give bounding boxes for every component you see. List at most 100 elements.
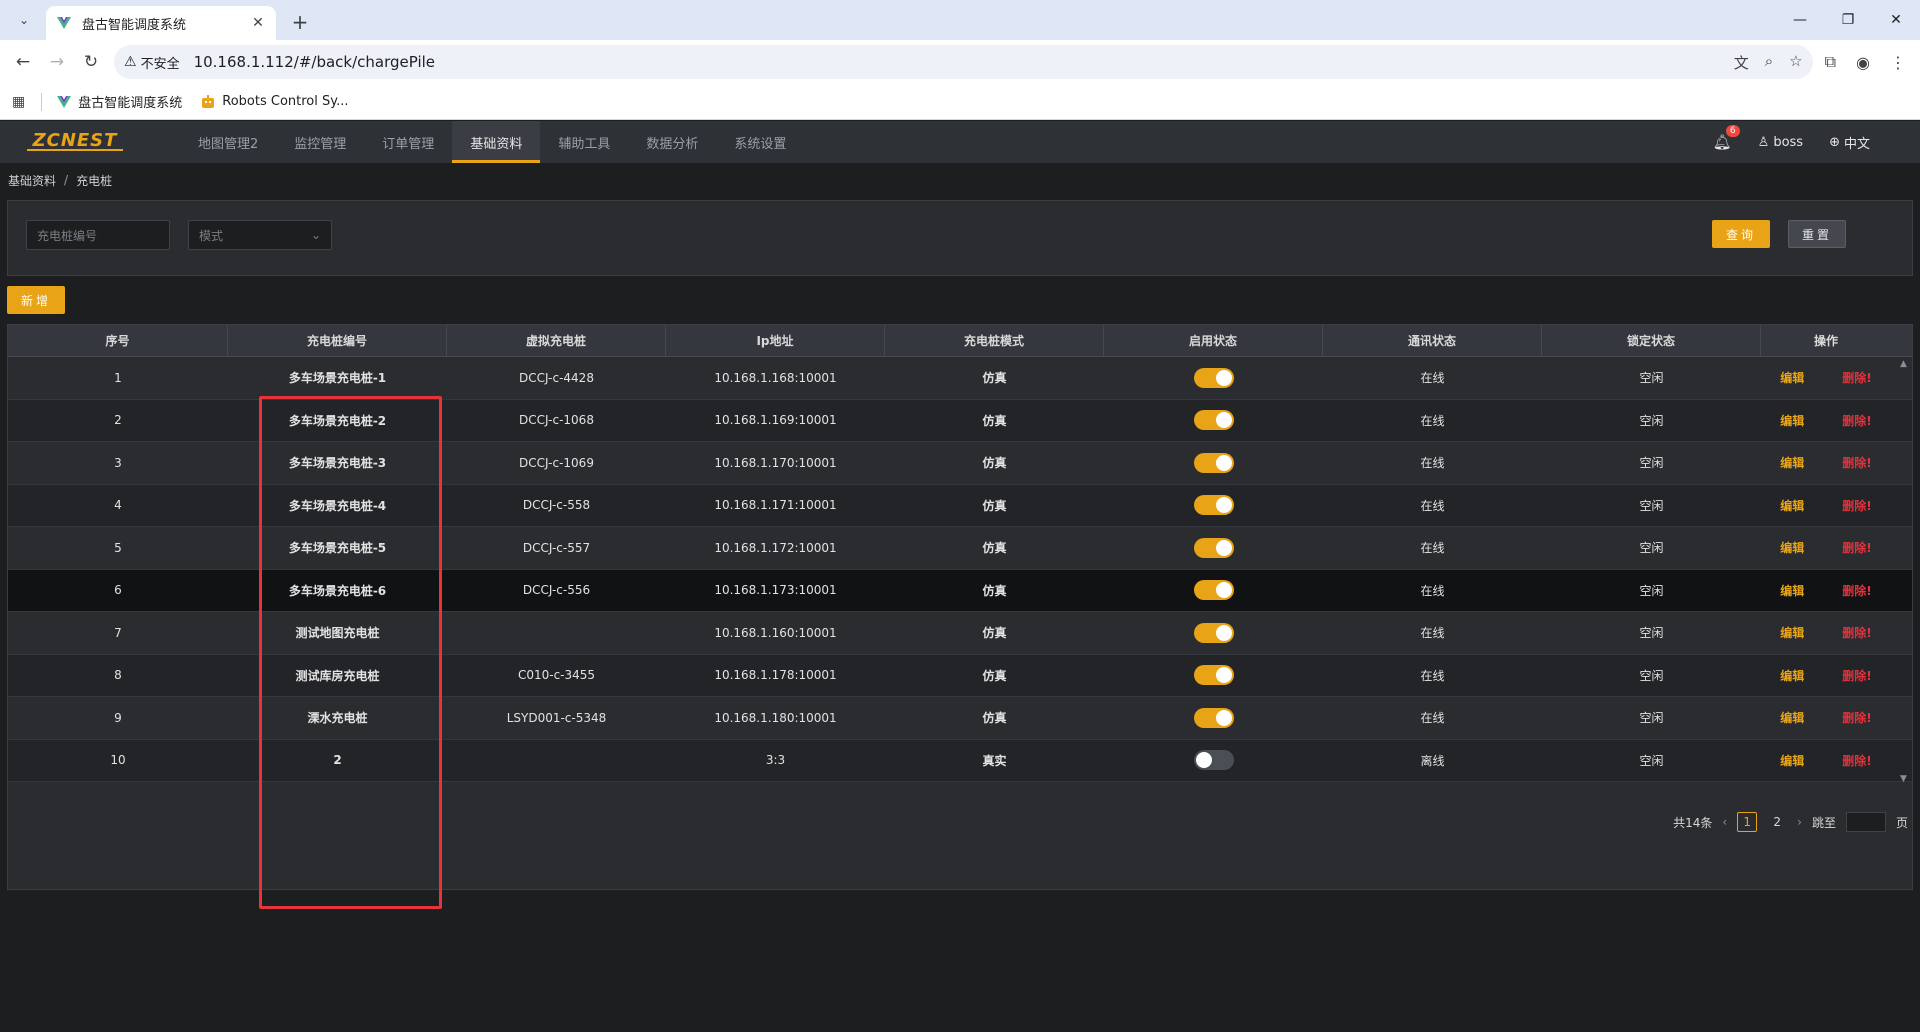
- jump-page-input[interactable]: [1845, 812, 1886, 832]
- table-scrollbar[interactable]: ▲ ▼: [1898, 357, 1912, 784]
- page-1[interactable]: 1: [1737, 812, 1758, 832]
- add-button[interactable]: 新增: [7, 286, 65, 314]
- next-page-icon[interactable]: ›: [1797, 815, 1802, 829]
- enabled-toggle[interactable]: [1193, 537, 1234, 558]
- browser-tab[interactable]: 盘古智能调度系统 ✕: [46, 6, 276, 40]
- scroll-up-icon[interactable]: ▲: [1900, 359, 1907, 369]
- cell-index: 6: [114, 583, 122, 598]
- menu-item-analytics[interactable]: 数据分析: [628, 121, 716, 163]
- enabled-toggle[interactable]: [1193, 750, 1234, 771]
- bookmark-item[interactable]: 盘古智能调度系统: [56, 92, 182, 111]
- browser-tabstrip: ⌄ 盘古智能调度系统 ✕ + — ❐ ✕: [0, 0, 1920, 40]
- bookmark-item[interactable]: Robots Control Sy...: [200, 94, 348, 110]
- menu-item-monitor[interactable]: 监控管理: [276, 121, 364, 163]
- delete-link[interactable]: 删除!: [1842, 369, 1871, 386]
- header-right: 🔔︎ 6 ♙ boss ⊕ 中文: [1713, 121, 1870, 163]
- edit-link[interactable]: 编辑: [1780, 369, 1804, 386]
- user-menu[interactable]: ♙ boss: [1758, 135, 1803, 150]
- edit-link[interactable]: 编辑: [1780, 752, 1804, 769]
- reload-icon[interactable]: ↻: [74, 45, 108, 79]
- toggle-knob: [1215, 369, 1232, 386]
- enabled-toggle[interactable]: [1193, 622, 1234, 643]
- apps-grid-icon[interactable]: ▦: [12, 94, 25, 110]
- edit-link[interactable]: 编辑: [1780, 539, 1804, 556]
- delete-link[interactable]: 删除!: [1842, 667, 1871, 684]
- address-bar[interactable]: ⚠ 不安全 10.168.1.112/#/back/chargePile 文 ⌕…: [114, 45, 1813, 79]
- menu-item-tools[interactable]: 辅助工具: [540, 121, 628, 163]
- edit-link[interactable]: 编辑: [1780, 624, 1804, 641]
- delete-link[interactable]: 删除!: [1842, 582, 1871, 599]
- delete-link[interactable]: 删除!: [1842, 709, 1871, 726]
- edit-link[interactable]: 编辑: [1780, 667, 1804, 684]
- delete-link[interactable]: 删除!: [1842, 752, 1871, 769]
- cell-actions: 编辑 删除!: [1761, 485, 1891, 527]
- profile-icon[interactable]: ◉: [1856, 53, 1870, 72]
- delete-link[interactable]: 删除!: [1842, 412, 1871, 429]
- edit-link[interactable]: 编辑: [1780, 454, 1804, 471]
- bell-icon[interactable]: 🔔︎ 6: [1713, 125, 1740, 151]
- menu-item-orders[interactable]: 订单管理: [364, 121, 452, 163]
- window-close-icon[interactable]: ✕: [1872, 0, 1920, 40]
- delete-link[interactable]: 删除!: [1842, 454, 1871, 471]
- cell-actions: 编辑 删除!: [1761, 570, 1891, 612]
- cell-index: 8: [114, 668, 122, 683]
- header-lock: 锁定状态: [1542, 325, 1761, 356]
- header-ip: Ip地址: [666, 325, 885, 356]
- table-row: 4 多车场景充电桩-4 DCCJ-c-558 10.168.1.171:10001 仿真…: [8, 484, 1912, 527]
- table-row: 7 测试地图充电桩 10.168.1.160:10001 仿真 在线 空闲 编辑 删除!: [8, 612, 1912, 655]
- new-tab-button[interactable]: +: [286, 8, 314, 36]
- breadcrumb-item: 充电桩: [76, 173, 113, 188]
- close-icon[interactable]: ✕: [250, 15, 266, 31]
- app-logo[interactable]: ZCNEST: [0, 121, 150, 163]
- enabled-toggle[interactable]: [1193, 495, 1234, 516]
- edit-link[interactable]: 编辑: [1780, 497, 1804, 514]
- prev-page-icon[interactable]: ‹: [1722, 815, 1727, 829]
- more-vert-icon[interactable]: ⋮: [1890, 53, 1906, 72]
- reset-button[interactable]: 重置: [1788, 220, 1846, 248]
- edit-link[interactable]: 编辑: [1780, 412, 1804, 429]
- header-mode: 充电桩模式: [885, 325, 1104, 356]
- chevron-down-icon[interactable]: ⌄: [12, 8, 36, 32]
- menu-item-map[interactable]: 地图管理2: [180, 121, 276, 163]
- cell-code: 多车场景充电桩-2: [288, 413, 387, 428]
- translate-icon[interactable]: 文: [1734, 52, 1749, 73]
- enabled-toggle[interactable]: [1193, 707, 1234, 728]
- mode-select[interactable]: 模式 ⌄: [188, 220, 332, 250]
- pagination-total: 共14条: [1673, 815, 1713, 830]
- enabled-toggle[interactable]: [1193, 367, 1234, 388]
- cell-lock: 空闲: [1639, 371, 1664, 386]
- main-menu: 地图管理2 监控管理 订单管理 基础资料 辅助工具 数据分析 系统设置: [180, 121, 804, 163]
- zoom-icon[interactable]: ⌕: [1765, 52, 1773, 73]
- page-2[interactable]: 2: [1767, 812, 1787, 832]
- query-button[interactable]: 查询: [1712, 220, 1770, 248]
- security-label: 不安全: [140, 56, 180, 72]
- arrow-right-icon[interactable]: →: [40, 45, 74, 79]
- logo-text: ZCNEST: [26, 132, 124, 151]
- edit-link[interactable]: 编辑: [1780, 582, 1804, 599]
- enabled-toggle[interactable]: [1193, 410, 1234, 431]
- breadcrumb-item[interactable]: 基础资料: [8, 172, 56, 189]
- minimize-icon[interactable]: —: [1776, 0, 1824, 40]
- menu-item-settings[interactable]: 系统设置: [716, 121, 804, 163]
- arrow-left-icon[interactable]: ←: [6, 45, 40, 79]
- language-switch[interactable]: ⊕ 中文: [1829, 133, 1870, 152]
- cell-code: 多车场景充电桩-1: [288, 371, 387, 386]
- cell-lock: 空闲: [1639, 413, 1664, 428]
- restore-icon[interactable]: ❐: [1824, 0, 1872, 40]
- enabled-toggle[interactable]: [1193, 665, 1234, 686]
- cell-virtual: DCCJ-c-556: [522, 583, 591, 598]
- menu-item-basic-data[interactable]: 基础资料: [452, 121, 541, 163]
- security-chip[interactable]: ⚠ 不安全: [124, 53, 180, 72]
- enabled-toggle[interactable]: [1193, 580, 1234, 601]
- delete-link[interactable]: 删除!: [1842, 497, 1871, 514]
- scroll-down-icon[interactable]: ▼: [1900, 774, 1907, 784]
- cell-ip: 10.168.1.171:10001: [714, 498, 837, 513]
- charge-pile-code-input[interactable]: 充电桩编号: [26, 220, 170, 250]
- edit-link[interactable]: 编辑: [1780, 709, 1804, 726]
- puzzle-icon[interactable]: ⧉: [1825, 52, 1836, 72]
- star-icon[interactable]: ☆: [1789, 52, 1802, 73]
- delete-link[interactable]: 删除!: [1842, 624, 1871, 641]
- delete-link[interactable]: 删除!: [1842, 539, 1871, 556]
- enabled-toggle[interactable]: [1193, 452, 1234, 473]
- cell-code: 测试库房充电桩: [295, 668, 380, 683]
